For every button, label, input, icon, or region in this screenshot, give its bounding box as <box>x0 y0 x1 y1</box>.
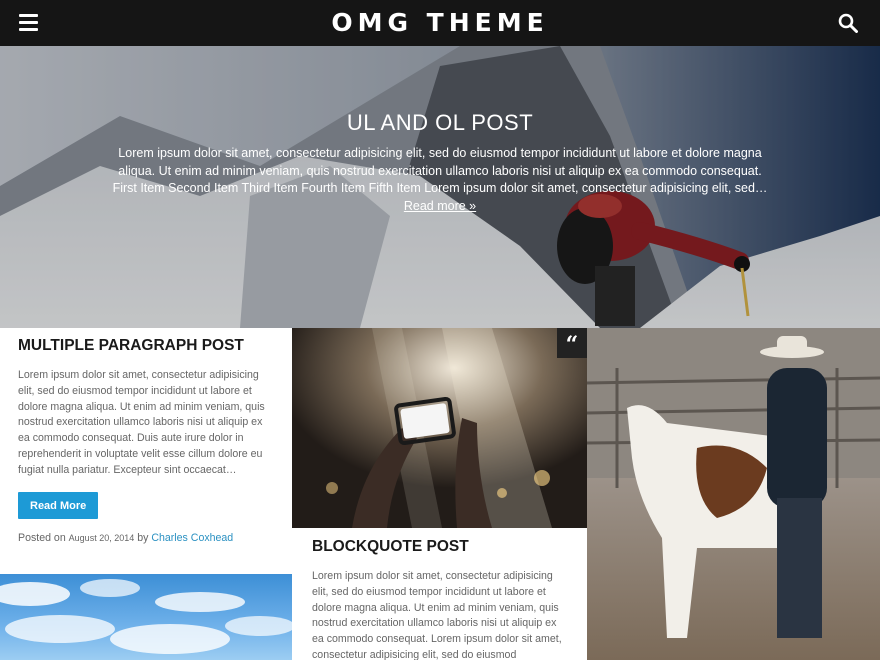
site-header: OMG THEME <box>0 0 880 46</box>
hero-excerpt-text: Lorem ipsum dolor sit amet, consectetur … <box>112 146 768 195</box>
by-label: by <box>137 531 149 544</box>
author-link[interactable]: Charles Coxhead <box>151 532 233 544</box>
read-more-button[interactable]: Read More <box>18 491 99 519</box>
concert-photo-graphic <box>292 328 587 528</box>
phone-concert-image[interactable]: “ <box>292 328 587 528</box>
site-title[interactable]: OMG THEME <box>0 8 880 37</box>
post-excerpt: Lorem ipsum dolor sit amet, consectetur … <box>312 570 562 660</box>
post-excerpt: Lorem ipsum dolor sit amet, consectetur … <box>18 369 265 476</box>
hero-post-title[interactable]: UL AND OL POST <box>0 110 880 136</box>
post-meta: Posted on August 20, 2014 by Charles Cox… <box>18 532 274 544</box>
search-icon[interactable] <box>838 13 858 33</box>
post-card: BLOCKQUOTE POST Lorem ipsum dolor sit am… <box>292 528 587 660</box>
post-title[interactable]: BLOCKQUOTE POST <box>312 537 567 557</box>
cowboy-photo-graphic <box>587 328 880 660</box>
hero-read-more-link[interactable]: Read more » <box>404 199 476 213</box>
post-card: MULTIPLE PARAGRAPH POST Lorem ipsum dolo… <box>0 328 292 574</box>
clouds-graphic <box>0 579 292 654</box>
post-title[interactable]: MULTIPLE PARAGRAPH POST <box>18 336 274 356</box>
posted-on-label: Posted on <box>18 531 66 544</box>
cowboy-horse-image[interactable] <box>587 328 880 660</box>
post-date: August 20, 2014 <box>68 532 135 543</box>
featured-post-hero[interactable]: UL AND OL POST Lorem ipsum dolor sit ame… <box>0 46 880 328</box>
sky-clouds-image[interactable] <box>0 574 292 660</box>
quote-format-icon[interactable]: “ <box>557 328 587 358</box>
hero-post-excerpt: Lorem ipsum dolor sit amet, consectetur … <box>108 145 772 215</box>
